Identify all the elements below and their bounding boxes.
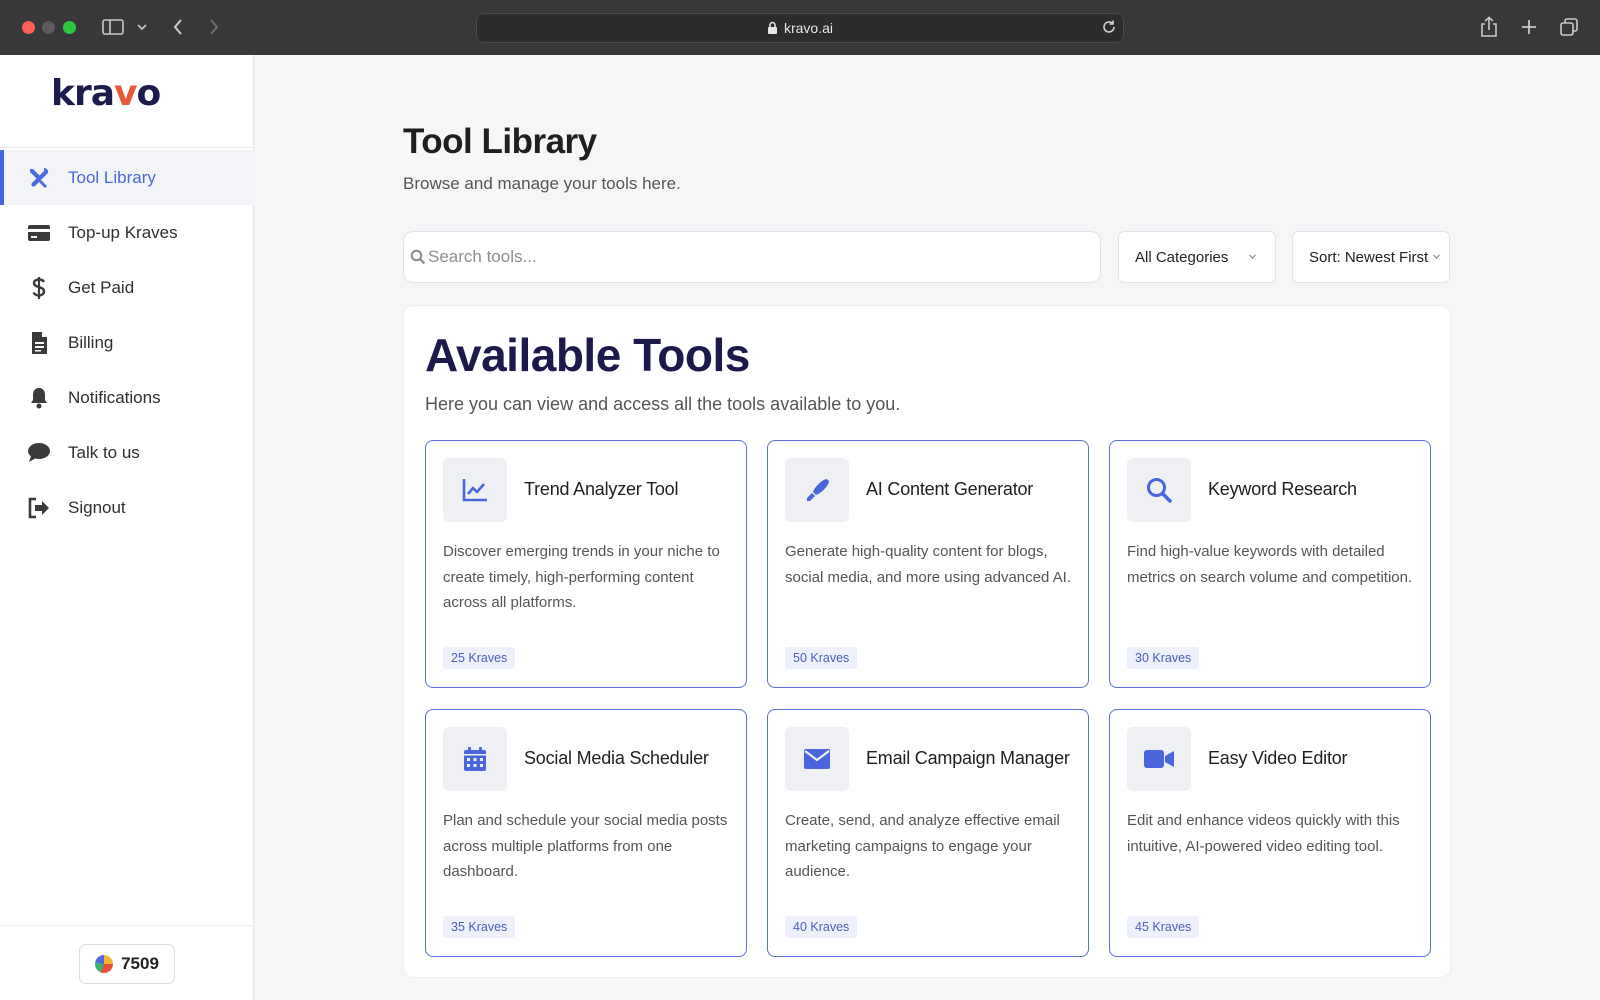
sidebar-item-label: Signout (68, 497, 126, 517)
sidebar-item-label: Talk to us (68, 442, 140, 462)
close-window-button[interactable] (22, 21, 35, 34)
back-arrow-icon[interactable] (172, 15, 184, 39)
page-title: Tool Library (403, 122, 597, 161)
tool-card-social-media-scheduler[interactable]: Social Media Scheduler Plan and schedule… (425, 709, 747, 957)
share-icon[interactable] (1480, 15, 1498, 39)
browser-toolbar: kravo.ai (0, 0, 1600, 55)
sidebar-item-top-up-kraves[interactable]: Top-up Kraves (0, 205, 254, 260)
search-input[interactable] (428, 247, 1068, 267)
sidebar-item-notifications[interactable]: Notifications (0, 370, 254, 425)
dollar-icon (26, 276, 52, 300)
kravo-logo[interactable]: kravo (51, 73, 161, 114)
tool-card-description: Discover emerging trends in your niche t… (443, 543, 720, 611)
sidebar-item-label: Notifications (68, 387, 161, 407)
new-tab-icon[interactable] (1520, 15, 1538, 39)
kraves-balance-badge[interactable]: 7509 (79, 944, 175, 984)
tool-cost-badge: 35 Kraves (443, 916, 516, 938)
line-chart-icon (443, 458, 507, 522)
tool-card-trend-analyzer[interactable]: Trend Analyzer Tool Discover emerging tr… (425, 440, 747, 688)
sort-select[interactable]: Sort: Newest First (1292, 231, 1450, 283)
forward-arrow-icon[interactable] (208, 15, 220, 39)
tool-cost-badge: 25 Kraves (443, 647, 516, 669)
tool-cost-badge: 30 Kraves (1127, 647, 1200, 669)
tools-icon (26, 166, 52, 190)
sidebar-item-get-paid[interactable]: Get Paid (0, 260, 254, 315)
pen-icon (785, 458, 849, 522)
sidebar-item-billing[interactable]: Billing (0, 315, 254, 370)
envelope-icon (785, 727, 849, 791)
tool-card-description: Edit and enhance videos quickly with thi… (1127, 812, 1400, 855)
zoom-window-button[interactable] (63, 21, 76, 34)
tool-card-email-campaign-manager[interactable]: Email Campaign Manager Create, send, and… (767, 709, 1089, 957)
address-bar[interactable]: kravo.ai (476, 13, 1124, 43)
tool-card-keyword-research[interactable]: Keyword Research Find high-value keyword… (1109, 440, 1431, 688)
kraves-coin-icon (95, 955, 114, 973)
sidebar-item-label: Billing (68, 332, 114, 352)
tab-overview-icon[interactable] (1559, 15, 1579, 39)
url-text: kravo.ai (783, 20, 834, 36)
chevron-down-icon (1248, 252, 1257, 261)
video-camera-icon (1127, 727, 1191, 791)
page-subtitle: Browse and manage your tools here. (403, 174, 681, 193)
divider (0, 147, 254, 148)
credit-card-icon (26, 221, 52, 245)
tool-card-title: Email Campaign Manager (866, 748, 1070, 768)
sidebar-toggle-icon[interactable] (102, 15, 124, 39)
search-box[interactable] (403, 231, 1101, 283)
divider (0, 925, 254, 926)
tool-card-title: Trend Analyzer Tool (524, 479, 679, 499)
signout-icon (26, 496, 52, 520)
reload-icon[interactable] (1101, 19, 1117, 38)
sidebar-item-label: Top-up Kraves (68, 222, 178, 242)
tool-card-description: Create, send, and analyze effective emai… (785, 812, 1060, 880)
sidebar-item-tool-library[interactable]: Tool Library (0, 150, 254, 205)
bell-icon (26, 386, 52, 410)
calendar-icon (443, 727, 507, 791)
panel-title: Available Tools (425, 329, 750, 381)
tool-card-description: Generate high-quality content for blogs,… (785, 543, 1072, 586)
tool-cost-badge: 40 Kraves (785, 916, 858, 938)
tool-card-easy-video-editor[interactable]: Easy Video Editor Edit and enhance video… (1109, 709, 1431, 957)
sidebar-item-talk-to-us[interactable]: Talk to us (0, 425, 254, 480)
category-select[interactable]: All Categories (1118, 231, 1276, 283)
chat-bubble-icon (26, 441, 52, 465)
chevron-down-icon (1432, 252, 1441, 261)
kraves-balance: 7509 (121, 954, 159, 973)
sidebar-nav: Tool Library Top-up Kraves Get Paid Bill… (0, 150, 254, 535)
minimize-window-button[interactable] (42, 21, 55, 34)
sidebar-item-label: Tool Library (68, 167, 156, 187)
tool-card-ai-content-generator[interactable]: AI Content Generator Generate high-quali… (767, 440, 1089, 688)
tool-cost-badge: 45 Kraves (1127, 916, 1200, 938)
available-tools-panel: Available Tools Here you can view and ac… (403, 305, 1451, 978)
panel-subtitle: Here you can view and access all the too… (425, 394, 901, 414)
tool-card-title: Keyword Research (1208, 479, 1357, 499)
sort-select-value: Sort: Newest First (1309, 248, 1429, 266)
tool-cost-badge: 50 Kraves (785, 647, 858, 669)
tool-card-title: Easy Video Editor (1208, 748, 1348, 768)
sidebar-item-label: Get Paid (68, 277, 135, 297)
search-icon (410, 249, 426, 265)
invoice-icon (26, 331, 52, 355)
lock-icon (767, 21, 778, 35)
tool-card-title: AI Content Generator (866, 479, 1034, 499)
chevron-down-icon[interactable] (136, 15, 148, 39)
magnifier-icon (1127, 458, 1191, 522)
sidebar: kravo Tool Library Top-up Kraves Get Pai… (0, 55, 254, 1000)
tool-card-description: Find high-value keywords with detailed m… (1127, 543, 1413, 586)
category-select-value: All Categories (1135, 248, 1229, 266)
sidebar-item-signout[interactable]: Signout (0, 480, 254, 535)
tool-card-title: Social Media Scheduler (524, 748, 709, 768)
tool-card-description: Plan and schedule your social media post… (443, 812, 728, 880)
